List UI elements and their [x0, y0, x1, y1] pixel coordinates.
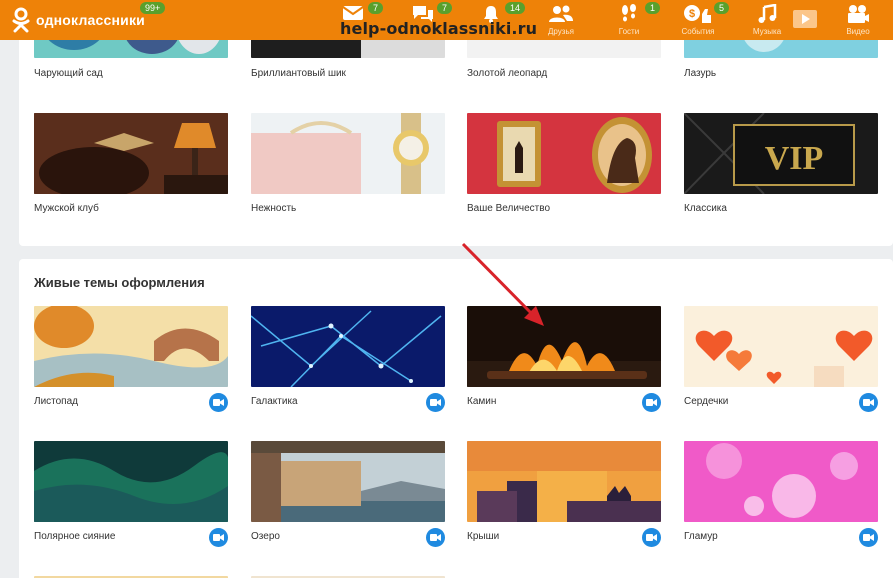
section-title: Живые темы оформления: [34, 275, 205, 290]
ok-logo[interactable]: одноклассники: [10, 5, 145, 35]
theme-thumbnail: [467, 441, 661, 522]
video-camera-icon[interactable]: [642, 393, 661, 412]
video-camera-icon[interactable]: [859, 393, 878, 412]
theme-card[interactable]: Мужской клуб: [34, 113, 228, 214]
theme-thumbnail: VIP: [684, 113, 878, 194]
nav-badge: 14: [505, 2, 526, 14]
nav-label-events: События: [681, 27, 715, 36]
theme-card[interactable]: Ваше Величество: [467, 113, 661, 214]
theme-thumbnail: [34, 113, 228, 194]
theme-label: Мужской клуб: [34, 203, 99, 214]
logo-text: одноклассники: [36, 12, 145, 28]
live-theme-card[interactable]: Озеро: [251, 441, 445, 547]
live-theme-card[interactable]: Гламур: [684, 441, 878, 547]
live-theme-card[interactable]: Камин: [467, 306, 661, 412]
theme-card[interactable]: Нежность: [251, 113, 445, 214]
theme-label: Камин: [467, 396, 497, 407]
theme-label: Гламур: [684, 531, 718, 542]
theme-label: Бриллиантовый шик: [251, 68, 346, 79]
live-theme-card[interactable]: Листопад: [34, 306, 228, 412]
logo-badge: 99+: [140, 2, 166, 14]
theme-thumbnail: [251, 306, 445, 387]
theme-thumbnail: [34, 441, 228, 522]
theme-label: Золотой леопард: [467, 68, 548, 79]
video-camera-icon[interactable]: [209, 528, 228, 547]
nav-badge: 1: [645, 2, 661, 14]
nav-label-guests: Гости: [618, 27, 640, 36]
live-theme-card[interactable]: Галактика: [251, 306, 445, 412]
theme-thumbnail: [251, 113, 445, 194]
theme-thumbnail: [251, 441, 445, 522]
theme-label: Лазурь: [684, 68, 717, 79]
nav-video[interactable]: Видео: [826, 0, 890, 40]
nav-badge: 5: [714, 2, 730, 14]
theme-thumbnail: [467, 113, 661, 194]
live-theme-card[interactable]: Сердечки: [684, 306, 878, 412]
theme-label: Полярное сияние: [34, 531, 116, 542]
theme-thumbnail: [684, 441, 878, 522]
friends-icon: [549, 5, 573, 22]
video-camera-icon[interactable]: [426, 393, 445, 412]
guests-icon: [622, 4, 636, 22]
theme-label: Ваше Величество: [467, 203, 551, 214]
watermark-text: help-odnoklassniki.ru: [340, 19, 538, 38]
theme-thumbnail: [34, 306, 228, 387]
theme-card[interactable]: VIP Классика: [684, 113, 878, 214]
nav-label-friends: Друзья: [548, 27, 574, 36]
live-themes-panel: Живые темы оформления Листопад Галактика: [19, 259, 893, 578]
video-camera-icon[interactable]: [642, 528, 661, 547]
svg-text:$: $: [689, 8, 695, 20]
video-play-icon: [793, 10, 817, 28]
theme-label: Классика: [684, 203, 727, 214]
nav-badge: 7: [368, 2, 384, 14]
theme-label: Нежность: [251, 203, 297, 214]
theme-label: Сердечки: [684, 396, 729, 407]
video-camera-icon: [848, 5, 869, 23]
ok-logo-icon: [12, 7, 30, 33]
theme-label: Галактика: [251, 396, 298, 407]
live-theme-card[interactable]: Полярное сияние: [34, 441, 228, 547]
theme-label: Озеро: [251, 531, 280, 542]
theme-label: Крыши: [467, 531, 500, 542]
svg-text:VIP: VIP: [765, 140, 824, 177]
video-camera-icon[interactable]: [859, 528, 878, 547]
theme-thumbnail: [467, 306, 661, 387]
video-camera-icon[interactable]: [209, 393, 228, 412]
nav-badge: 7: [437, 2, 453, 14]
live-theme-card[interactable]: Крыши: [467, 441, 661, 547]
events-icon: $: [684, 5, 711, 23]
nav-label-video: Видео: [846, 27, 870, 36]
theme-label: Чарующий сад: [34, 68, 103, 79]
theme-label: Листопад: [34, 396, 78, 407]
nav-friends[interactable]: Друзья: [529, 0, 593, 40]
video-camera-icon[interactable]: [426, 528, 445, 547]
theme-thumbnail: [684, 306, 878, 387]
